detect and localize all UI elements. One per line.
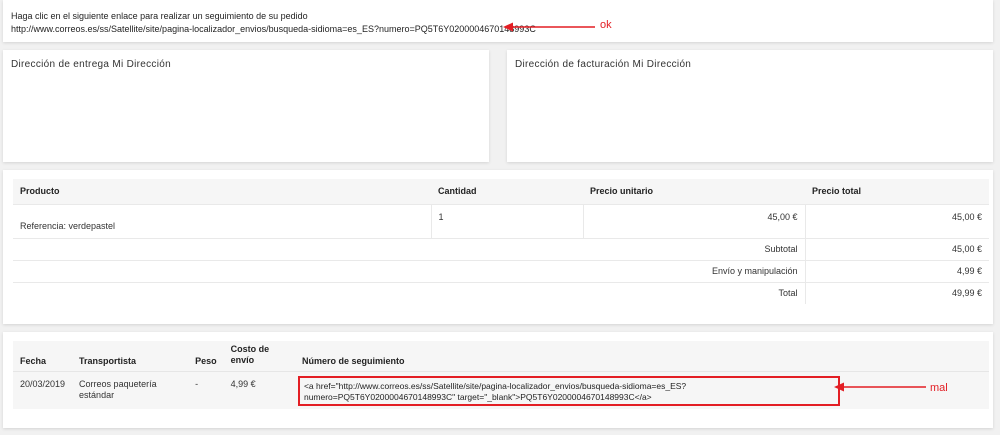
shipping-carrier: Correos paquetería estándar [72,370,189,409]
shipping-date: 20/03/2019 [13,370,73,409]
header-unit-price: Precio unitario [583,179,805,204]
subtotal-value: 45,00 € [805,237,989,260]
total-row: Total 49,99 € [13,281,989,304]
table-row: Referencia: verdepastel 1 45,00 € 45,00 … [13,203,989,238]
header-shipping-cost: Costo de envío [223,341,295,371]
product-reference: Referencia: verdepastel [13,203,432,238]
billing-address-title: Dirección de facturación Mi Dirección [515,59,692,70]
header-quantity: Cantidad [431,179,583,204]
mal-annotation: mal [930,382,948,394]
shipping-handling-value: 4,99 € [805,259,989,282]
tracking-raw-html: <a href="http://www.correos.es/ss/Satell… [297,375,840,406]
shipping-handling-label: Envío y manipulación [13,259,806,282]
product-unit-price: 45,00 € [583,203,806,238]
mal-arrow-icon [834,382,926,392]
shipping-handling-row: Envío y manipulación 4,99 € [13,259,989,282]
billing-address-card: Dirección de facturación Mi Dirección [507,50,993,162]
shipping-cost: 4,99 € [223,370,295,409]
delivery-address-card: Dirección de entrega Mi Dirección [3,50,489,162]
products-table: Producto Cantidad Precio unitario Precio… [13,179,989,304]
products-card: Producto Cantidad Precio unitario Precio… [3,170,993,324]
shipping-card: Fecha Transportista Peso Costo de envío … [3,332,993,428]
header-product: Producto [13,179,431,204]
subtotal-label: Subtotal [13,237,806,260]
subtotal-row: Subtotal 45,00 € [13,237,989,260]
shipping-table: Fecha Transportista Peso Costo de envío … [13,341,989,409]
shipping-header-row: Fecha Transportista Peso Costo de envío … [13,341,989,371]
header-carrier: Transportista [72,341,189,371]
products-header-row: Producto Cantidad Precio unitario Precio… [13,179,989,204]
header-weight: Peso [188,341,224,371]
ok-annotation: ok [600,19,612,31]
ok-arrow-icon [503,22,595,32]
header-total-price: Precio total [805,179,989,204]
header-tracking-number: Número de seguimiento [294,341,989,371]
total-value: 49,99 € [805,281,989,304]
product-quantity: 1 [431,203,584,238]
delivery-address-title: Dirección de entrega Mi Dirección [11,59,171,70]
shipping-weight: - [188,370,224,409]
tracking-card: Haga clic en el siguiente enlace para re… [3,0,993,42]
tracking-url[interactable]: http://www.correos.es/ss/Satellite/site/… [11,24,536,34]
total-label: Total [13,281,806,304]
header-date: Fecha [13,341,73,371]
product-total-price: 45,00 € [805,203,989,238]
tracking-instruction: Haga clic en el siguiente enlace para re… [11,11,308,21]
